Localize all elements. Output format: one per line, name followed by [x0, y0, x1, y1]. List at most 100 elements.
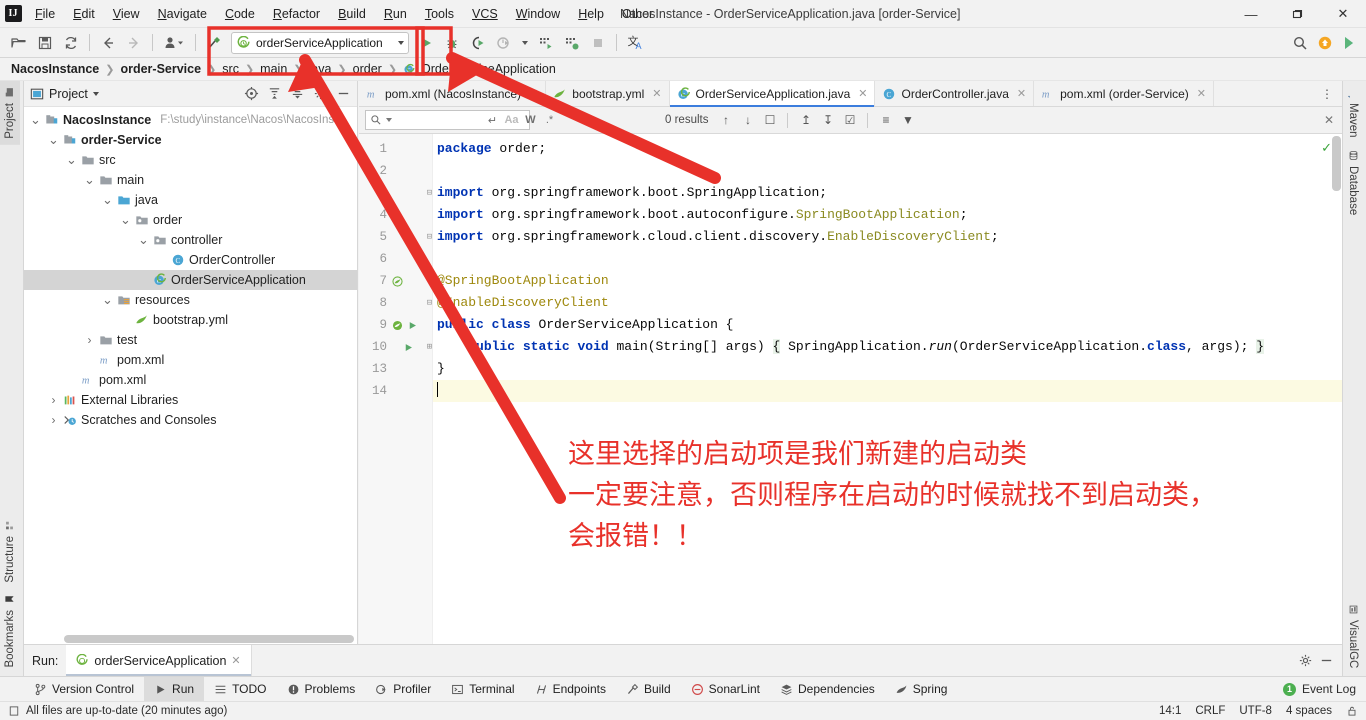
gutter-line-5[interactable]: 5 ⊟	[359, 226, 432, 248]
chevron-down-icon[interactable]: ⌄	[66, 152, 77, 168]
code-line-4[interactable]: import org.springframework.boot.autoconf…	[433, 204, 1342, 226]
editor-gutter[interactable]: 1 2 3 ⊟ 4 5 ⊟ 6 7 8 ⊟ 9 10 ⊞ 13 14	[359, 134, 433, 644]
run-icon[interactable]	[414, 31, 438, 55]
tree-node-pom-xml[interactable]: m pom.xml	[24, 350, 357, 370]
indent-setting[interactable]: 4 spaces	[1286, 705, 1332, 717]
tool-endpoints[interactable]: Endpoints	[525, 677, 616, 702]
target-icon[interactable]	[241, 84, 261, 104]
caret-position[interactable]: 14:1	[1159, 705, 1181, 717]
open-folder-icon[interactable]	[7, 31, 31, 55]
user-dropdown-icon[interactable]	[159, 31, 189, 55]
editor-tab-pom-xml-order-service-[interactable]: m pom.xml (order-Service) ✕	[1034, 81, 1215, 106]
minimize-button[interactable]: —	[1228, 0, 1274, 28]
line-separator[interactable]: CRLF	[1195, 705, 1225, 717]
tree-node-java[interactable]: ⌄ java	[24, 190, 357, 210]
gutter-line-8[interactable]: 8 ⊟	[359, 292, 432, 314]
editor-tab-orderserviceapplication-java[interactable]: C OrderServiceApplication.java ✕	[669, 81, 876, 107]
code-content[interactable]: package order; import org.springframework…	[433, 134, 1342, 644]
code-line-10[interactable]: public static void main(String[] args) {…	[433, 336, 1342, 358]
tree-node-nacosinstance[interactable]: ⌄ NacosInstance F:\study\instance\Nacos\Na…	[24, 110, 357, 130]
close-icon[interactable]: ✕	[1197, 87, 1206, 100]
sidebar-item-structure[interactable]: Structure	[0, 514, 20, 589]
tree-node-orderserviceapplication[interactable]: C OrderServiceApplication	[24, 270, 357, 290]
run-with-coverage-icon[interactable]	[466, 31, 490, 55]
code-editor[interactable]: 1 2 3 ⊟ 4 5 ⊟ 6 7 8 ⊟ 9 10 ⊞ 13 14 package order; import…	[359, 134, 1342, 644]
menu-build[interactable]: Build	[329, 2, 375, 26]
run-method-gutter-icon[interactable]	[403, 342, 414, 353]
select-occurrences-icon[interactable]: ☑	[840, 111, 859, 130]
chevron-right-icon[interactable]: ›	[48, 413, 59, 427]
chevron-right-icon[interactable]: ›	[84, 333, 95, 347]
code-line-2[interactable]	[433, 160, 1342, 182]
tool-dependencies[interactable]: Dependencies	[770, 677, 885, 702]
tree-node-test[interactable]: › test	[24, 330, 357, 350]
breadcrumb-item-1[interactable]: order-Service	[117, 61, 204, 77]
gutter-line-14[interactable]: 14	[359, 380, 432, 402]
profile-icon[interactable]	[492, 31, 516, 55]
editor-tab-pom-xml-nacosinstance-[interactable]: m pom.xml (NacosInstance) ✕	[359, 81, 547, 106]
breadcrumb-item-5[interactable]: order	[350, 61, 385, 77]
hide-panel-icon[interactable]	[333, 84, 353, 104]
tool-sonarlint[interactable]: SonarLint	[681, 677, 770, 702]
minimize-panel-icon[interactable]	[1319, 653, 1334, 668]
ide-feature-icon[interactable]	[1342, 35, 1358, 51]
close-icon[interactable]: ✕	[231, 654, 240, 667]
code-line-1[interactable]: package order;	[433, 138, 1342, 160]
menu-run[interactable]: Run	[375, 2, 416, 26]
code-line-8[interactable]: @EnableDiscoveryClient	[433, 292, 1342, 314]
tree-node-ordercontroller[interactable]: C OrderController	[24, 250, 357, 270]
menu-code[interactable]: Code	[216, 2, 264, 26]
sync-icon[interactable]	[59, 31, 83, 55]
menu-navigate[interactable]: Navigate	[149, 2, 216, 26]
tree-node-src[interactable]: ⌄ src	[24, 150, 357, 170]
encoding[interactable]: UTF-8	[1239, 705, 1272, 717]
lock-icon[interactable]	[1346, 705, 1358, 717]
gutter-line-13[interactable]: 13	[359, 358, 432, 380]
gutter-line-10[interactable]: 10 ⊞	[359, 336, 432, 358]
chevron-down-icon[interactable]	[398, 40, 404, 45]
search-history-dropdown-icon[interactable]	[386, 118, 392, 122]
filter-list-icon[interactable]: ≡	[876, 111, 895, 130]
collapse-all-icon[interactable]	[287, 84, 307, 104]
find-close-icon[interactable]: ✕	[1324, 113, 1342, 127]
close-icon[interactable]: ✕	[652, 87, 661, 100]
menu-window[interactable]: Window	[507, 2, 569, 26]
tree-node-pom-xml[interactable]: m pom.xml	[24, 370, 357, 390]
menu-edit[interactable]: Edit	[64, 2, 104, 26]
tool-problems[interactable]: Problems	[277, 677, 366, 702]
breadcrumb-item-2[interactable]: src	[219, 61, 242, 77]
regex-icon[interactable]: .*	[541, 112, 558, 129]
breadcrumb-item-6[interactable]: OrderServiceApplication	[418, 61, 559, 77]
chevron-down-icon[interactable]: ⌄	[138, 232, 149, 248]
gutter-line-2[interactable]: 2	[359, 160, 432, 182]
forward-arrow-icon[interactable]	[122, 31, 146, 55]
code-line-13[interactable]: }	[433, 358, 1342, 380]
stop-icon[interactable]	[586, 31, 610, 55]
tool-run[interactable]: Run	[144, 676, 205, 702]
tree-node-external-libraries[interactable]: › External Libraries	[24, 390, 357, 410]
tree-node-bootstrap-yml[interactable]: bootstrap.yml	[24, 310, 357, 330]
breadcrumb-item-4[interactable]: java	[305, 61, 334, 77]
gutter-line-7[interactable]: 7	[359, 270, 432, 292]
profile-dropdown-icon[interactable]	[518, 31, 532, 55]
menu-refactor[interactable]: Refactor	[264, 2, 329, 26]
update-icon[interactable]	[1317, 35, 1333, 51]
menu-help[interactable]: Help	[569, 2, 613, 26]
editor-tab-bootstrap-yml[interactable]: bootstrap.yml ✕	[546, 81, 670, 106]
chevron-down-icon[interactable]: ⌄	[30, 112, 41, 128]
close-icon[interactable]: ✕	[858, 87, 867, 100]
breadcrumb-item-0[interactable]: NacosInstance	[8, 61, 102, 77]
code-line-7[interactable]: @SpringBootApplication	[433, 270, 1342, 292]
menu-view[interactable]: View	[104, 2, 149, 26]
words-icon[interactable]: W	[522, 112, 539, 129]
tool-build[interactable]: Build	[616, 677, 681, 702]
code-line-9[interactable]: public class OrderServiceApplication {	[433, 314, 1342, 336]
chevron-down-icon[interactable]: ⌄	[102, 192, 113, 208]
chevron-down-icon[interactable]: ⌄	[102, 292, 113, 308]
tool-terminal[interactable]: Terminal	[441, 677, 524, 702]
tool-profiler[interactable]: Profiler	[365, 677, 441, 702]
translate-icon[interactable]: 文A	[623, 31, 647, 55]
select-all-occurrences-icon[interactable]: ☐	[760, 111, 779, 130]
build-run-icon[interactable]	[560, 31, 584, 55]
maximize-button[interactable]	[1274, 0, 1320, 28]
